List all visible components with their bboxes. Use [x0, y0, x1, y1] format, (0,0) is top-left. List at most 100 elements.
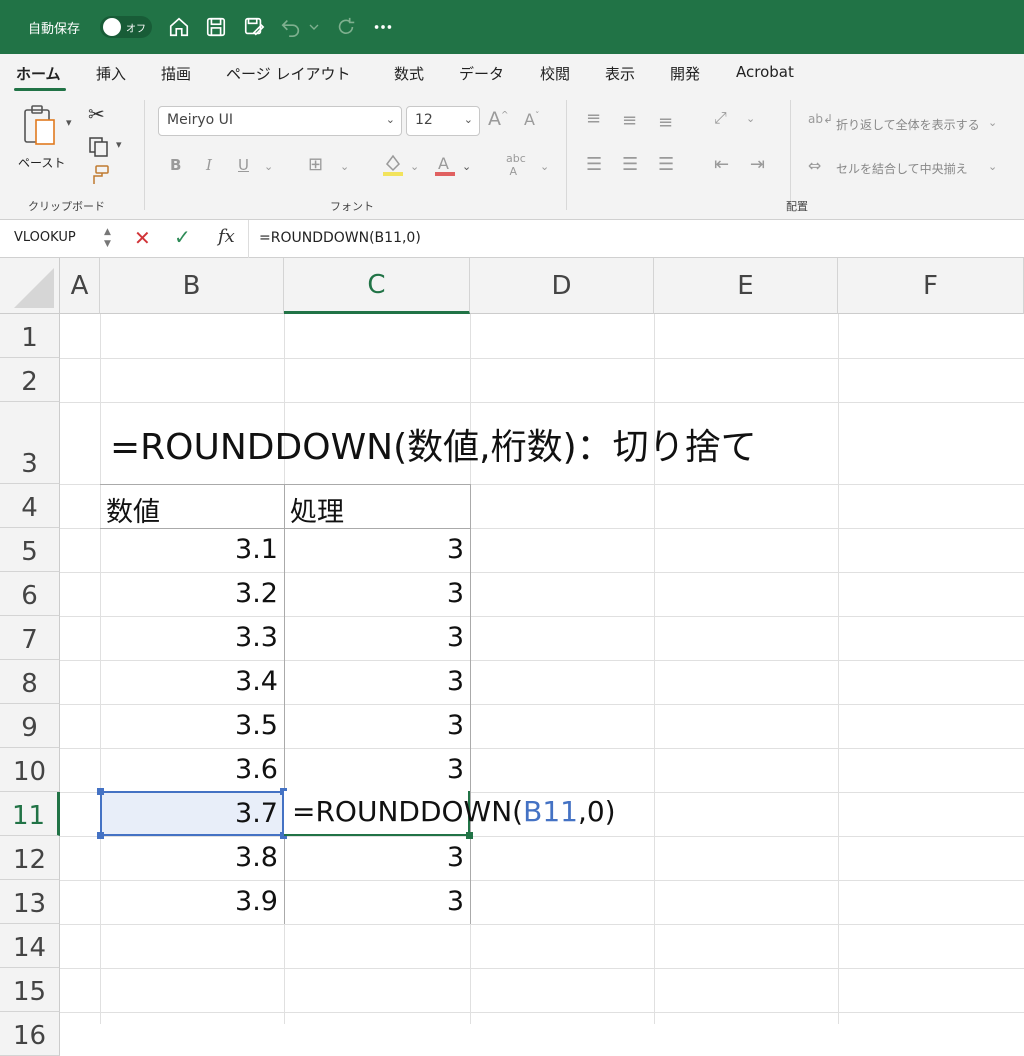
selection-handle[interactable]: [97, 832, 104, 839]
orientation-icon[interactable]: ⤢: [714, 108, 727, 128]
tab-home[interactable]: ホーム: [16, 63, 61, 84]
font-name-select[interactable]: Meiryo UI ⌄: [158, 106, 402, 136]
value-cell[interactable]: 3.8: [100, 842, 278, 873]
align-left-icon[interactable]: ☰: [586, 154, 602, 175]
cancel-entry-icon[interactable]: ✕: [134, 226, 151, 250]
increase-indent-icon[interactable]: ⇥: [750, 154, 765, 175]
selection-handle[interactable]: [97, 788, 104, 795]
cut-icon[interactable]: ✂: [88, 102, 105, 126]
row-header[interactable]: 7: [0, 616, 60, 660]
confirm-entry-icon[interactable]: ✓: [174, 225, 191, 249]
row-header[interactable]: 8: [0, 660, 60, 704]
tab-view[interactable]: 表示: [605, 63, 635, 84]
name-box-stepper-icon[interactable]: ▲ ▼: [104, 226, 111, 250]
font-color-icon[interactable]: A: [434, 152, 456, 176]
autosave-toggle[interactable]: オフ: [100, 16, 152, 38]
paste-icon[interactable]: [22, 104, 62, 148]
name-box[interactable]: VLOOKUP: [4, 226, 116, 252]
insert-function-icon[interactable]: fx: [218, 226, 235, 247]
row-header[interactable]: 4: [0, 484, 60, 528]
more-icon[interactable]: [370, 14, 396, 40]
underline-dropdown-icon[interactable]: ⌄: [264, 160, 273, 173]
value-cell[interactable]: 3.6: [100, 754, 278, 785]
row-header[interactable]: 6: [0, 572, 60, 616]
tab-page-layout[interactable]: ページ レイアウト: [226, 63, 350, 84]
tab-acrobat[interactable]: Acrobat: [736, 63, 794, 81]
column-header-f[interactable]: F: [838, 258, 1024, 314]
column-header-c[interactable]: C: [284, 258, 470, 314]
spreadsheet-grid[interactable]: A B C D E F 1 2 3 4 5 6 7 8 9 10 11 12 1…: [0, 258, 1024, 1056]
orientation-dropdown-icon[interactable]: ⌄: [746, 112, 755, 125]
value-cell[interactable]: 3.1: [100, 534, 278, 565]
copy-dropdown-icon[interactable]: ▾: [116, 138, 122, 151]
row-header[interactable]: 13: [0, 880, 60, 924]
tab-formulas[interactable]: 数式: [394, 63, 424, 84]
align-middle-icon[interactable]: ≡: [622, 110, 637, 131]
tab-developer[interactable]: 開発: [670, 63, 700, 84]
save-icon[interactable]: [203, 14, 229, 40]
result-cell[interactable]: 3: [284, 710, 464, 741]
sheet-title[interactable]: =ROUNDDOWN(数値,桁数)：切り捨て: [110, 418, 757, 470]
wrap-text-dropdown-icon[interactable]: ⌄: [988, 116, 997, 129]
result-cell[interactable]: 3: [284, 842, 464, 873]
borders-dropdown-icon[interactable]: ⌄: [340, 160, 349, 173]
row-header[interactable]: 2: [0, 358, 60, 402]
paste-dropdown-icon[interactable]: ▾: [66, 116, 72, 129]
merge-center-button[interactable]: セルを結合して中央揃え: [836, 160, 968, 177]
tab-data[interactable]: データ: [459, 63, 504, 84]
underline-icon[interactable]: U: [238, 156, 249, 174]
value-cell[interactable]: 3.2: [100, 578, 278, 609]
align-center-icon[interactable]: ☰: [622, 154, 638, 175]
column-header-e[interactable]: E: [654, 258, 838, 314]
tab-draw[interactable]: 描画: [161, 63, 191, 84]
formula-input[interactable]: =ROUNDDOWN(B11,0): [248, 220, 1024, 258]
column-header-d[interactable]: D: [470, 258, 654, 314]
result-cell[interactable]: 3: [284, 886, 464, 917]
result-cell[interactable]: 3: [284, 666, 464, 697]
header-process-cell[interactable]: 処理: [290, 490, 344, 529]
merge-center-icon[interactable]: ⇔: [808, 156, 821, 175]
redo-icon[interactable]: [333, 14, 359, 40]
row-header[interactable]: 9: [0, 704, 60, 748]
select-all-corner[interactable]: [0, 258, 60, 314]
font-color-dropdown-icon[interactable]: ⌄: [462, 160, 471, 173]
format-painter-icon[interactable]: [88, 164, 110, 186]
result-cell[interactable]: 3: [284, 534, 464, 565]
increase-font-size-icon[interactable]: A^: [488, 108, 509, 130]
row-header[interactable]: 12: [0, 836, 60, 880]
row-header[interactable]: 3: [0, 402, 60, 484]
wrap-text-icon[interactable]: ab↲: [808, 112, 833, 126]
tab-review[interactable]: 校閲: [540, 63, 570, 84]
merge-center-dropdown-icon[interactable]: ⌄: [988, 160, 997, 173]
undo-icon[interactable]: [278, 14, 304, 40]
bold-icon[interactable]: B: [170, 156, 181, 174]
value-cell[interactable]: 3.3: [100, 622, 278, 653]
result-cell[interactable]: 3: [284, 754, 464, 785]
align-bottom-icon[interactable]: ≡: [658, 112, 673, 133]
row-header[interactable]: 10: [0, 748, 60, 792]
row-header[interactable]: 16: [0, 1012, 60, 1056]
fill-handle[interactable]: [466, 832, 473, 839]
decrease-font-size-icon[interactable]: Aˇ: [524, 110, 539, 129]
value-cell[interactable]: 3.5: [100, 710, 278, 741]
italic-icon[interactable]: I: [206, 156, 212, 174]
row-header[interactable]: 14: [0, 924, 60, 968]
column-header-b[interactable]: B: [100, 258, 284, 314]
font-size-select[interactable]: 12 ⌄: [406, 106, 480, 136]
row-header[interactable]: 1: [0, 314, 60, 358]
result-cell[interactable]: 3: [284, 578, 464, 609]
save-as-icon[interactable]: [241, 14, 267, 40]
paste-label[interactable]: ペースト: [18, 154, 65, 171]
wrap-text-button[interactable]: 折り返して全体を表示する: [836, 116, 980, 133]
copy-icon[interactable]: [88, 136, 110, 158]
fill-color-icon[interactable]: [382, 152, 404, 176]
header-value-cell[interactable]: 数値: [106, 490, 160, 529]
undo-dropdown-icon[interactable]: [306, 14, 322, 40]
value-cell[interactable]: 3.4: [100, 666, 278, 697]
tab-insert[interactable]: 挿入: [96, 63, 126, 84]
borders-icon[interactable]: ⊞: [308, 154, 323, 175]
value-cell[interactable]: 3.7: [100, 798, 278, 829]
phonetic-guide-icon[interactable]: abc A: [506, 152, 526, 178]
home-icon[interactable]: [166, 14, 192, 40]
row-header[interactable]: 11: [0, 792, 60, 836]
